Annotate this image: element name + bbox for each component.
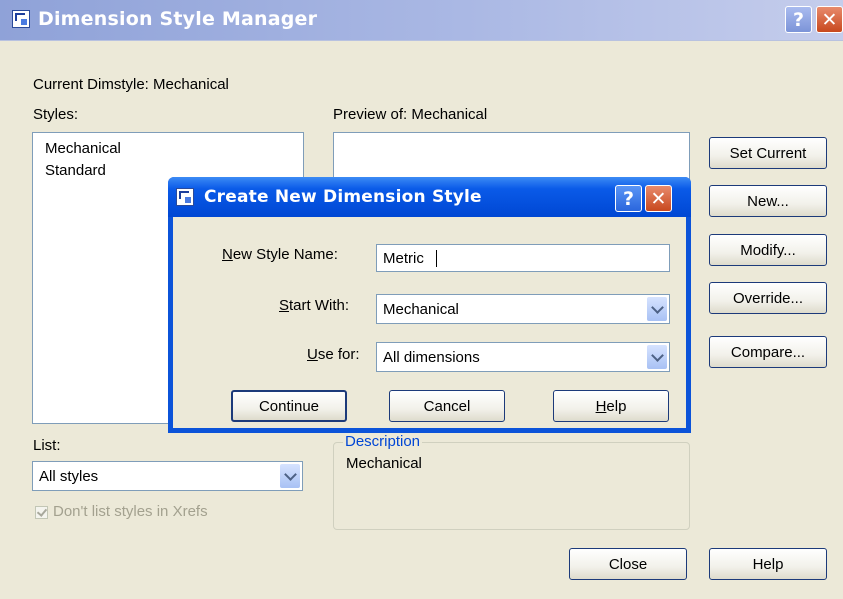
override-button[interactable]: Override... [709,282,827,314]
help-button[interactable]: Help [709,548,827,580]
titlebar-help-button[interactable]: ? [785,6,812,33]
modify-button[interactable]: Modify... [709,234,827,266]
list-filter-dropdown[interactable]: All styles [32,461,303,491]
list-filter-value: All styles [39,468,99,485]
use-for-dropdown[interactable]: All dimensions [376,342,670,372]
start-with-value: Mechanical [383,301,459,318]
help-question-icon: ? [792,8,805,31]
dont-list-xrefs-label: Don't list styles in Xrefs [53,503,208,520]
titlebar-close-button[interactable]: ✕ [816,6,843,33]
start-with-dropdown[interactable]: Mechanical [376,294,670,324]
cancel-button[interactable]: Cancel [389,390,505,422]
current-dimstyle-label: Current Dimstyle: Mechanical [33,76,229,93]
close-icon: ✕ [650,187,667,210]
new-style-name-input[interactable]: Metric [376,244,670,272]
dialog-body: New Style Name: Metric Start With: Mecha… [173,217,686,428]
main-titlebar[interactable]: Dimension Style Manager ? ✕ [0,0,843,41]
chevron-down-icon[interactable] [647,297,667,321]
use-for-label: Use for: [307,346,360,363]
chevron-down-icon[interactable] [647,345,667,369]
main-window-title: Dimension Style Manager [38,8,318,30]
new-button[interactable]: New... [709,185,827,217]
compare-button[interactable]: Compare... [709,336,827,368]
dialog-help-button[interactable]: ? [615,185,642,212]
styles-label: Styles: [33,106,79,123]
style-list-item-mechanical[interactable]: Mechanical [45,140,121,157]
autocad-dialog-icon [176,188,194,206]
text-cursor [436,250,437,267]
dont-list-xrefs-checkbox[interactable] [35,506,48,519]
chevron-down-icon[interactable] [280,464,300,488]
close-button[interactable]: Close [569,548,687,580]
new-style-name-label: New Style Name: [222,246,338,263]
style-list-item-standard[interactable]: Standard [45,162,106,179]
continue-button[interactable]: Continue [231,390,347,422]
use-for-value: All dimensions [383,349,480,366]
dialog-close-button[interactable]: ✕ [645,185,672,212]
new-style-name-value: Metric [383,250,424,267]
dialog-help-text-button[interactable]: Help [553,390,669,422]
create-new-dimension-style-dialog: Create New Dimension Style ? ✕ New Style… [168,177,691,433]
set-current-button[interactable]: Set Current [709,137,827,169]
start-with-label: Start With: [279,297,350,314]
autocad-app-icon [12,10,30,28]
help-question-icon: ? [622,187,635,210]
description-text: Mechanical [346,455,422,472]
dialog-titlebar[interactable]: Create New Dimension Style ? ✕ [168,177,691,217]
preview-label: Preview of: Mechanical [333,106,488,123]
description-group-label: Description [343,433,423,450]
close-icon: ✕ [821,8,838,31]
list-label: List: [33,437,61,454]
dialog-title: Create New Dimension Style [204,187,482,207]
